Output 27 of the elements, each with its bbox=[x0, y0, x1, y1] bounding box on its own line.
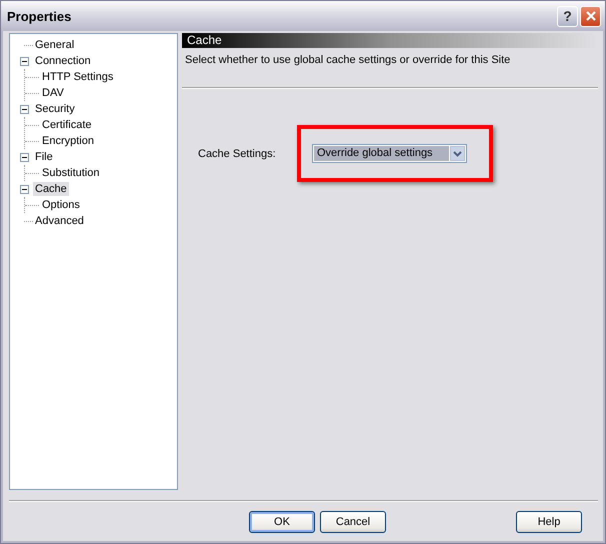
tree-item[interactable]: General bbox=[33, 38, 76, 52]
dropdown[interactable]: Override global settings bbox=[312, 144, 467, 163]
collapse-icon[interactable] bbox=[20, 152, 29, 162]
collapse-icon[interactable] bbox=[20, 184, 29, 194]
collapse-icon[interactable] bbox=[20, 56, 29, 66]
collapse-icon[interactable] bbox=[20, 104, 29, 114]
tree-item[interactable]: Options bbox=[40, 198, 82, 212]
field-label: Cache Settings: bbox=[198, 148, 277, 160]
chevron-down-icon bbox=[453, 150, 462, 156]
window-title: Properties bbox=[7, 8, 72, 24]
close-button[interactable] bbox=[580, 6, 601, 26]
cancel-button[interactable]: Cancel bbox=[320, 511, 386, 533]
tree-item[interactable]: Security bbox=[33, 102, 77, 116]
tree-item[interactable]: Encryption bbox=[40, 134, 96, 148]
tree-item[interactable]: Connection bbox=[33, 54, 93, 68]
tree-item[interactable]: Cache bbox=[33, 182, 69, 196]
close-icon bbox=[584, 10, 596, 22]
help-button[interactable]: Help bbox=[516, 511, 582, 533]
tree-item[interactable]: Certificate bbox=[40, 118, 94, 132]
tree-item[interactable]: HTTP Settings bbox=[40, 70, 116, 84]
tree-item[interactable]: File bbox=[33, 150, 55, 164]
tree-item[interactable]: Advanced bbox=[33, 214, 86, 228]
tree-item[interactable]: Substitution bbox=[40, 166, 102, 180]
ok-button[interactable]: OK bbox=[249, 511, 315, 533]
help-button[interactable]: ? bbox=[557, 6, 578, 26]
tree-item[interactable]: DAV bbox=[40, 86, 66, 100]
section-description: Select whether to use global cache settings or override for this Site bbox=[185, 54, 512, 66]
